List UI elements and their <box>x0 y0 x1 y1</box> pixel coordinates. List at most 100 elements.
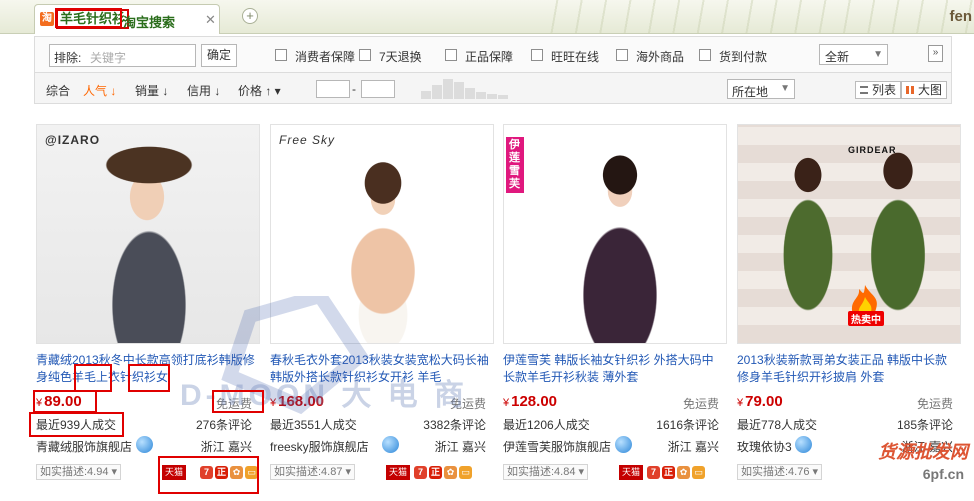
chevron-down-icon: ▼ <box>780 83 790 94</box>
checkbox-icon[interactable] <box>531 49 543 61</box>
taobao-icon: 淘 <box>40 12 54 26</box>
site-logo-text: 货源批发网 <box>878 442 968 462</box>
rating-select[interactable]: 如实描述:4.87 ▾ <box>270 464 356 480</box>
hot-sale-badge: 热卖中 <box>846 283 884 326</box>
rating-select[interactable]: 如实描述:4.84 ▾ <box>503 464 589 480</box>
product-brand: 伊莲雪芙 <box>506 137 524 193</box>
tab-title: 淘宝搜索 <box>123 15 176 30</box>
checkbox-label: 正品保障 <box>465 50 514 64</box>
product-title[interactable]: 伊莲雪芙 韩版长袖女针织衫 外搭大码中长款羊毛开衫秋装 薄外套 <box>503 352 725 386</box>
product-image[interactable]: GIRDEAR 热卖中 <box>737 124 961 344</box>
currency-symbol: ¥ <box>503 397 510 409</box>
filter-bar: 排除: 关键字 确定 消费者保障 7天退换 正品保障 旺旺在线 海外商品 货到付… <box>34 36 952 72</box>
checkbox-icon[interactable] <box>359 49 371 61</box>
hot-sale-label: 热卖中 <box>848 311 884 326</box>
wangwang-icon[interactable] <box>795 436 812 453</box>
sales-count: 最近778人成交 <box>737 418 818 432</box>
tmall-icon[interactable]: 天猫 <box>386 465 410 480</box>
product-brand: Free Sky <box>279 133 336 147</box>
price-value: 128.00 <box>511 393 558 410</box>
tmall-icon[interactable]: 天猫 <box>619 465 643 480</box>
annotation-box <box>74 364 112 392</box>
price-min-input[interactable] <box>316 80 350 98</box>
sort-sales[interactable]: 销量 ↓ <box>135 82 168 99</box>
shop-name[interactable]: 伊莲雪芙服饰旗舰店 <box>503 438 611 455</box>
rating-text: 如实描述:4.94 <box>40 466 109 478</box>
sort-popularity-label: 人气 <box>83 84 108 98</box>
site-url: 6pf.cn <box>922 466 964 482</box>
annotation-box <box>128 364 170 392</box>
price-value: 79.00 <box>745 393 783 410</box>
checkbox-label: 7天退换 <box>379 50 422 64</box>
rating-text: 如实描述:4.76 <box>741 466 810 478</box>
new-tab-button[interactable]: + <box>242 8 258 24</box>
exclude-label: 排除: <box>54 51 82 65</box>
shipping-info: 免运费 <box>916 397 953 411</box>
genuine-icon[interactable]: 正 <box>662 466 675 479</box>
sort-price-label: 价格 <box>238 84 263 98</box>
comments-link[interactable]: 185条评论 <box>897 416 953 433</box>
annotation-box <box>55 8 122 28</box>
comments-link[interactable]: 3382条评论 <box>423 416 486 433</box>
condition-select[interactable]: 全新 ▼ <box>819 44 888 65</box>
exclude-input[interactable]: 排除: 关键字 <box>49 44 196 67</box>
sort-credit[interactable]: 信用 ↓ <box>187 82 220 99</box>
checkbox-icon[interactable] <box>616 49 628 61</box>
shop-name[interactable]: 玫瑰依协3 <box>737 438 792 455</box>
checkbox-icon[interactable] <box>445 49 457 61</box>
card-icon[interactable]: ▭ <box>692 466 705 479</box>
currency-symbol: ¥ <box>737 397 744 409</box>
product-brand: @IZARO <box>45 133 101 147</box>
product-card[interactable]: 伊莲雪芙 伊莲雪芙 韩版长袖女针织衫 外搭大码中长款羊毛开衫秋装 薄外套 ¥12… <box>503 118 729 498</box>
browser-tab-bar: 淘 羊毛针织衫 淘宝搜索 ✕ + fen <box>0 0 974 34</box>
corner-logo: fen <box>949 8 973 25</box>
annotation-box <box>33 390 97 413</box>
checkbox-label: 海外商品 <box>636 50 685 64</box>
seven-day-icon[interactable]: 7 <box>414 466 427 479</box>
price-range-dash: - <box>352 82 356 96</box>
leaf-icon[interactable]: ✿ <box>677 466 690 479</box>
shop-name[interactable]: 青藏绒服饰旗舰店 <box>36 438 132 455</box>
price-max-input[interactable] <box>361 80 395 98</box>
condition-select-value: 全新 <box>825 50 850 64</box>
chevron-down-icon: ▼ <box>873 49 883 60</box>
sort-overall[interactable]: 综合 <box>46 82 70 99</box>
wangwang-icon[interactable] <box>615 436 632 453</box>
sales-count: 最近1206人成交 <box>503 418 590 432</box>
location-select[interactable]: 所在地 ▼ <box>727 79 795 99</box>
service-badges: 天猫 7 正 ✿ ▭ <box>619 465 725 481</box>
genuine-icon[interactable]: 正 <box>429 466 442 479</box>
checkbox-label: 旺旺在线 <box>551 50 600 64</box>
view-grid-button[interactable]: 大图 <box>901 81 948 99</box>
rating-select[interactable]: 如实描述:4.94 ▾ <box>36 464 122 480</box>
sort-price[interactable]: 价格 ↑ ▾ <box>238 82 281 99</box>
exclude-placeholder: 关键字 <box>90 51 127 65</box>
shop-region: 浙江 嘉兴 <box>434 440 486 454</box>
checkbox-icon[interactable] <box>275 49 287 61</box>
price-histogram[interactable] <box>421 79 551 99</box>
shipping-info: 免运费 <box>682 397 719 411</box>
sort-popularity[interactable]: 人气 ↓ <box>83 82 116 99</box>
shop-region: 浙江 嘉兴 <box>667 440 719 454</box>
close-icon[interactable]: ✕ <box>205 12 216 28</box>
service-badges: 天猫 7 正 ✿ ▭ <box>386 465 492 481</box>
product-title[interactable]: 2013秋装新款哥弟女装正品 韩版中长款修身羊毛针织开衫披肩 外套 <box>737 352 959 386</box>
rating-select[interactable]: 如实描述:4.76 ▾ <box>737 464 823 480</box>
product-price: ¥128.00 <box>503 393 557 410</box>
rating-text: 如实描述:4.84 <box>507 466 576 478</box>
annotation-box <box>158 456 259 494</box>
seven-day-icon[interactable]: 7 <box>647 466 660 479</box>
checkbox-label: 消费者保障 <box>295 50 356 64</box>
confirm-button[interactable]: 确定 <box>201 44 237 67</box>
checkbox-icon[interactable] <box>699 49 711 61</box>
leaf-icon[interactable]: ✿ <box>444 466 457 479</box>
expand-button[interactable]: » <box>928 45 943 62</box>
annotation-box <box>29 412 124 437</box>
view-list-button[interactable]: 列表 <box>855 81 902 99</box>
location-label: 所在地 <box>732 85 769 99</box>
card-icon[interactable]: ▭ <box>459 466 472 479</box>
product-image[interactable]: 伊莲雪芙 <box>503 124 727 344</box>
sort-credit-label: 信用 <box>187 84 212 98</box>
wangwang-icon[interactable] <box>136 436 153 453</box>
comments-link[interactable]: 1616条评论 <box>656 416 719 433</box>
